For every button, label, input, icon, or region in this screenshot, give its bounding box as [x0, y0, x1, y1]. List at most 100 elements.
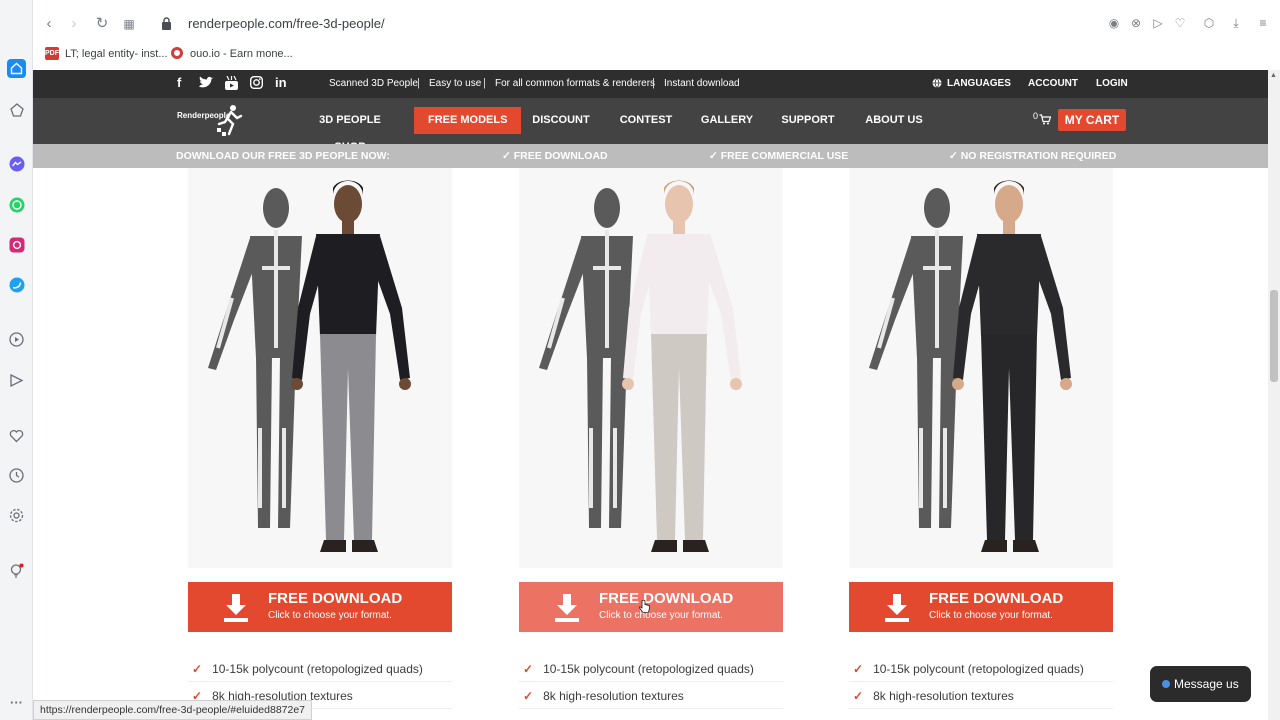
instagram-icon[interactable] — [7, 235, 26, 254]
tagline-instant: Instant download — [664, 78, 740, 89]
more-icon[interactable]: ··· — [7, 693, 26, 712]
tagline-separator: | — [652, 77, 655, 89]
nav-3d-people-shop[interactable]: 3D PEOPLE SHOP — [303, 107, 397, 153]
history-icon[interactable] — [7, 466, 26, 485]
reload-icon[interactable]: ↻ — [92, 14, 112, 34]
back-icon[interactable]: ‹ — [39, 14, 59, 34]
twitter-icon[interactable] — [7, 275, 26, 294]
nav-about-us[interactable]: ABOUT US — [864, 107, 924, 134]
model-neck — [342, 220, 354, 234]
model-neck — [673, 220, 685, 234]
chat-dot-icon — [1162, 680, 1170, 688]
status-bar-url: https://renderpeople.com/free-3d-people/… — [33, 700, 313, 720]
tagline-separator: | — [417, 77, 420, 89]
download-subtitle: Click to choose your format. — [599, 610, 723, 621]
account-link[interactable]: ACCOUNT — [1028, 78, 1078, 90]
model-shoes — [320, 540, 378, 552]
nav-gallery[interactable]: GALLERY — [700, 107, 754, 134]
tips-icon[interactable] — [7, 561, 26, 580]
feature-polycount: ✓ 10-15k polycount (retopologized quads) — [188, 656, 452, 682]
message-us-button[interactable]: Message us — [1150, 666, 1251, 702]
settings-icon[interactable] — [7, 506, 26, 525]
cart-icon[interactable] — [1039, 114, 1051, 125]
youtube-icon[interactable] — [225, 75, 238, 94]
speed-dial-icon[interactable] — [7, 100, 26, 119]
model-pants — [320, 334, 376, 540]
renderpeople-logo[interactable]: Renderpeople — [177, 104, 247, 140]
tabs-grid-icon[interactable]: ▦ — [119, 14, 139, 34]
mannequin-arm — [539, 238, 589, 370]
send-icon[interactable]: ▷ — [1151, 16, 1165, 30]
my-cart-button[interactable]: MY CART — [1058, 109, 1126, 131]
twitter-site-icon[interactable] — [198, 76, 214, 92]
model-image-3[interactable] — [849, 168, 1113, 568]
model-right-arm — [703, 236, 741, 380]
model-pants — [651, 334, 707, 540]
free-download-button-2[interactable]: FREE DOWNLOAD Click to choose your forma… — [519, 582, 783, 632]
feature-text: 8k high-resolution textures — [543, 689, 684, 703]
feature-polycount: ✓ 10-15k polycount (retopologized quads) — [519, 656, 783, 682]
camera-icon[interactable]: ◉ — [1107, 16, 1121, 30]
check-icon: ✓ — [523, 662, 534, 676]
promo-free-download: ✓ FREE DOWNLOAD — [502, 150, 608, 162]
player-icon[interactable] — [7, 330, 26, 349]
page-scrollbar[interactable] — [1268, 70, 1280, 720]
feature-text: 10-15k polycount (retopologized quads) — [873, 662, 1084, 676]
adblock-icon[interactable]: ⊗ — [1129, 16, 1143, 30]
pdf-icon: PDF — [45, 47, 59, 60]
tagline-scanned: Scanned 3D People — [329, 78, 418, 89]
cube-icon[interactable]: ⬡ — [1202, 16, 1216, 30]
model-right-arm — [372, 236, 410, 380]
address-bar[interactable]: renderpeople.com/free-3d-people/ — [188, 16, 385, 31]
mannequin-head — [263, 188, 289, 228]
feature-text: 10-15k polycount (retopologized quads) — [543, 662, 754, 676]
model-neck — [1003, 220, 1015, 234]
heart-icon[interactable]: ♡ — [1173, 16, 1187, 30]
mannequin-head — [924, 188, 950, 228]
nav-contest[interactable]: CONTEST — [619, 107, 673, 134]
runner-logo-icon — [217, 105, 243, 136]
send-sidebar-icon[interactable] — [7, 371, 26, 390]
model-image-1[interactable] — [188, 168, 452, 568]
globe-icon[interactable] — [932, 78, 942, 92]
whatsapp-icon[interactable] — [7, 195, 26, 214]
lock-icon[interactable] — [162, 17, 171, 30]
tagline-easy: Easy to use — [429, 78, 482, 89]
nav-discount[interactable]: DISCOUNT — [530, 107, 592, 134]
download-icon[interactable]: ⤓ — [1229, 16, 1243, 30]
check-icon: ✓ — [853, 662, 864, 676]
bookmark-ouo[interactable]: ouo.io - Earn mone... — [190, 46, 293, 62]
instagram-site-icon[interactable] — [249, 75, 264, 92]
favorites-icon[interactable] — [7, 426, 26, 445]
scroll-up-icon[interactable]: ▲ — [1270, 72, 1277, 79]
download-title: FREE DOWNLOAD — [929, 590, 1064, 607]
download-title: FREE DOWNLOAD — [599, 590, 734, 607]
scrollbar-thumb[interactable] — [1270, 290, 1278, 382]
download-arrow-icon — [885, 594, 909, 622]
mannequin-head — [594, 188, 620, 228]
bookmark-legal-entity[interactable]: LT; legal entity- inst... — [65, 46, 168, 62]
feature-textures: ✓ 8k high-resolution textures — [519, 683, 783, 709]
home-icon[interactable] — [7, 59, 26, 78]
free-download-button-3[interactable]: FREE DOWNLOAD Click to choose your forma… — [849, 582, 1113, 632]
browser-sidebar: ··· — [0, 0, 33, 720]
model-shoes — [651, 540, 709, 552]
forward-icon[interactable]: › — [64, 14, 84, 34]
login-link[interactable]: LOGIN — [1096, 78, 1128, 90]
model-head — [334, 185, 362, 223]
messenger-icon[interactable] — [7, 154, 26, 173]
nav-free-models[interactable]: FREE MODELS — [414, 107, 522, 134]
languages-link[interactable]: LANGUAGES — [947, 78, 1011, 90]
download-title: FREE DOWNLOAD — [268, 590, 403, 607]
model-top — [647, 234, 711, 336]
facebook-icon[interactable]: f — [177, 76, 181, 90]
free-download-button-1[interactable]: FREE DOWNLOAD Click to choose your forma… — [188, 582, 452, 632]
model-shoes — [981, 540, 1039, 552]
menu-icon[interactable]: ≡ — [1256, 16, 1270, 30]
model-image-2[interactable] — [519, 168, 783, 568]
linkedin-icon[interactable]: in — [275, 76, 287, 90]
feature-polycount: ✓ 10-15k polycount (retopologized quads) — [849, 656, 1113, 682]
hand-cursor-icon — [639, 600, 650, 613]
nav-support[interactable]: SUPPORT — [781, 107, 835, 134]
download-arrow-icon — [224, 594, 248, 622]
